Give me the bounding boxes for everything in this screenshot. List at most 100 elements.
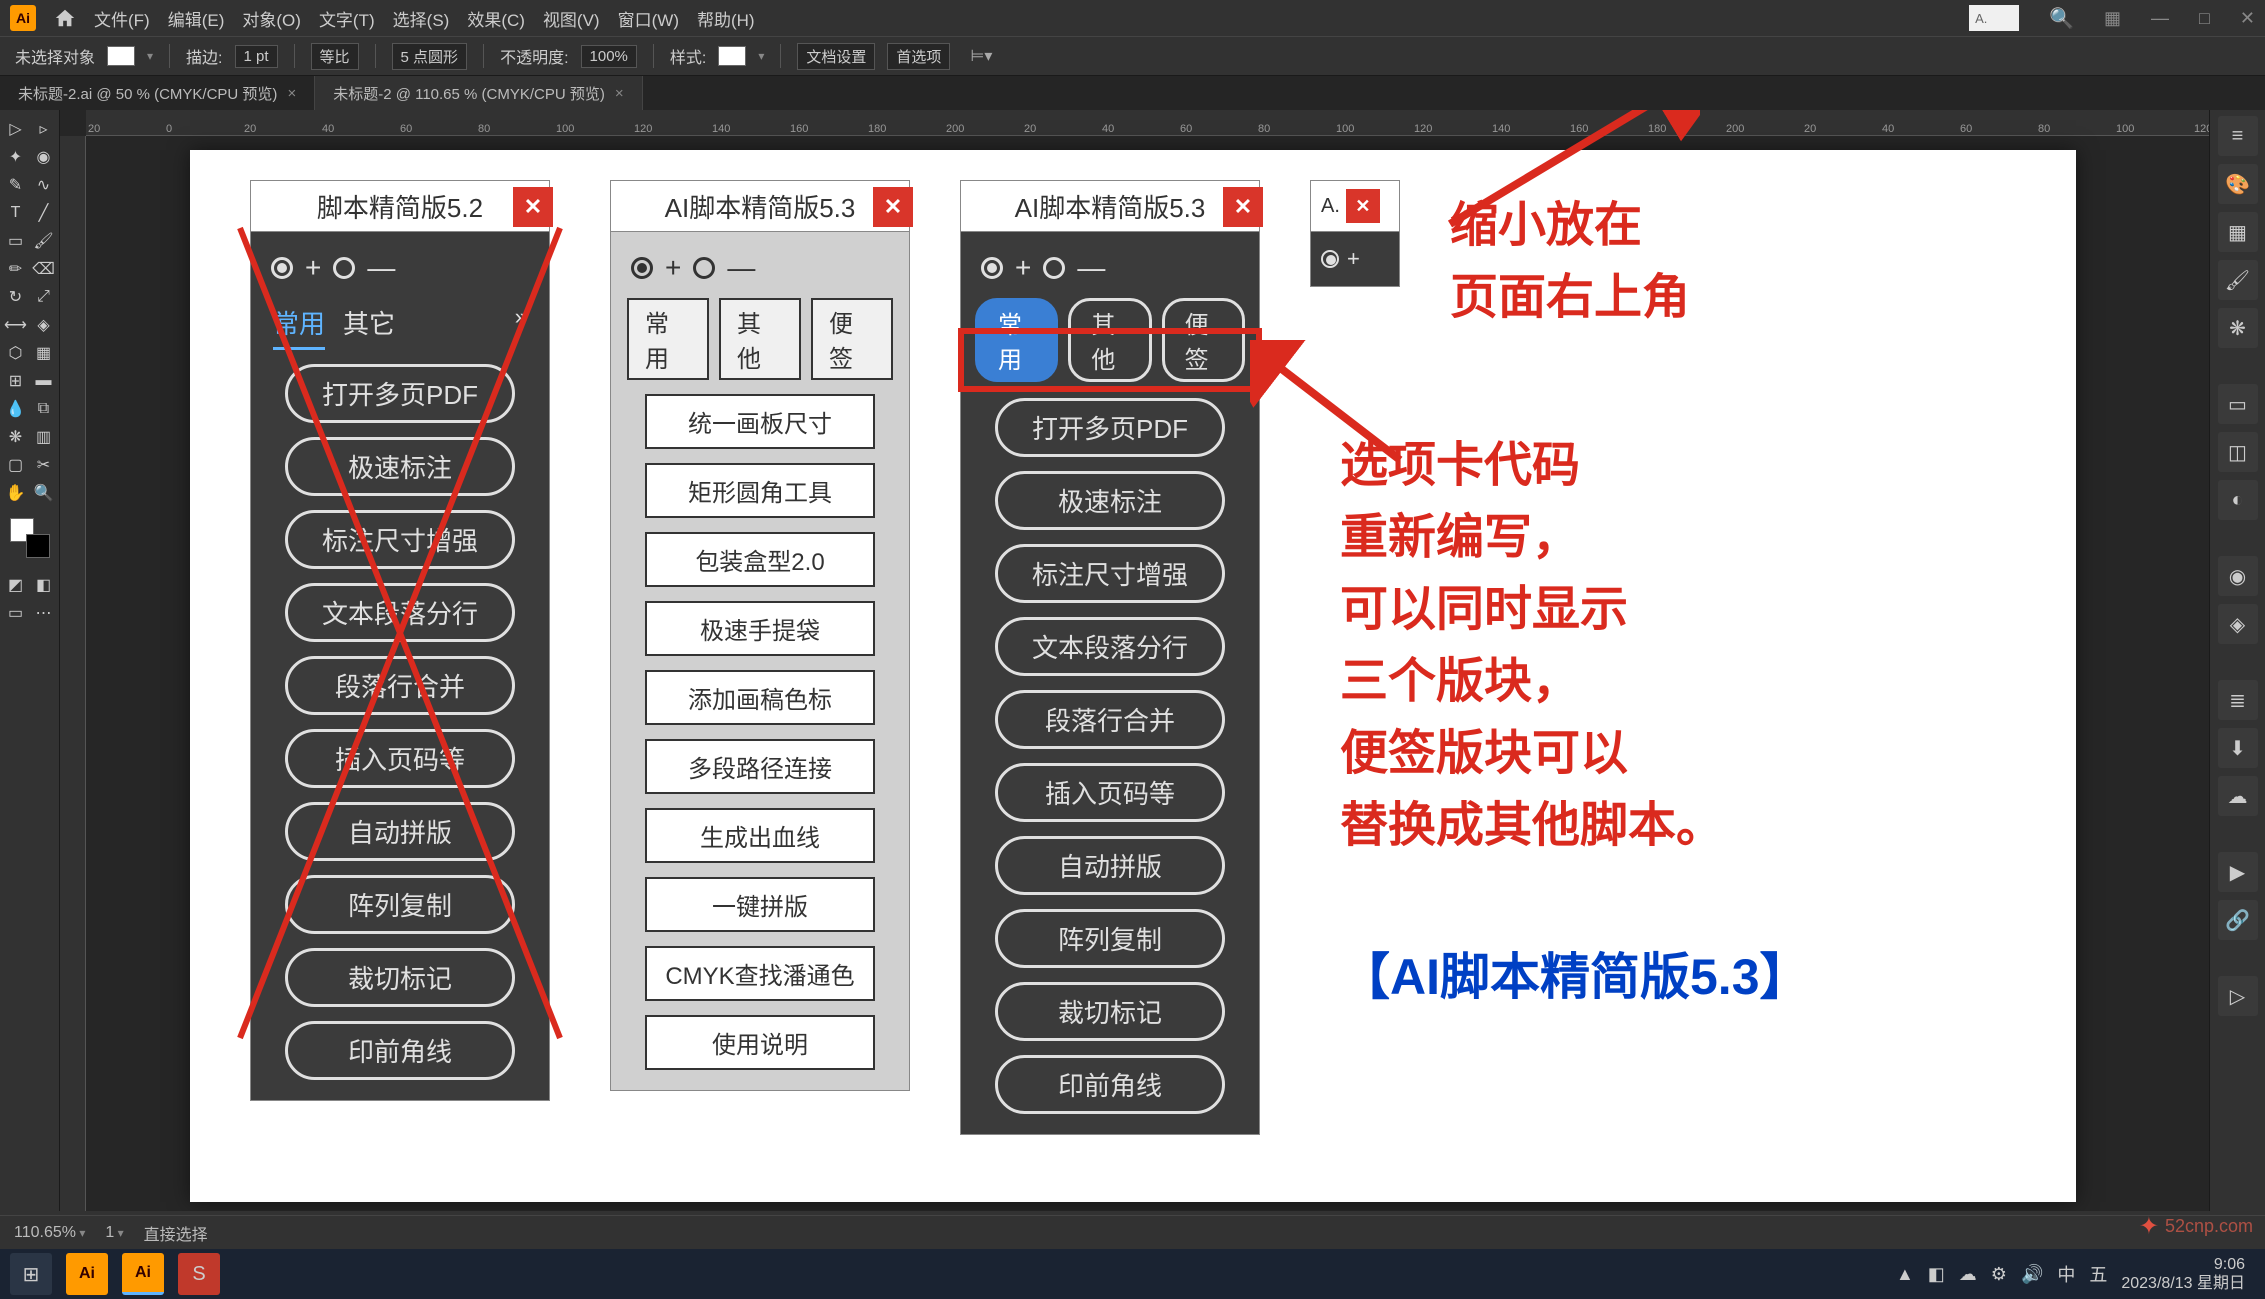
pen-tool[interactable]: ✎	[3, 172, 29, 198]
lasso-tool[interactable]: ◉	[31, 144, 57, 170]
script-button[interactable]: 极速标注	[285, 437, 515, 496]
brush-dropdown[interactable]: 5 点圆形	[392, 43, 468, 70]
free-transform-tool[interactable]: ◈	[31, 312, 57, 338]
start-button[interactable]: ⊞	[10, 1253, 52, 1295]
script-button[interactable]: 文本段落分行	[285, 583, 515, 642]
script-button[interactable]: 印前角线	[995, 1055, 1225, 1114]
script-button[interactable]: 阵列复制	[995, 909, 1225, 968]
menu-edit[interactable]: 编辑(E)	[168, 6, 225, 31]
script-button[interactable]: 裁切标记	[995, 982, 1225, 1041]
menu-select[interactable]: 选择(S)	[393, 6, 450, 31]
tray-icon[interactable]: ▲	[1896, 1264, 1914, 1285]
script-button[interactable]: 打开多页PDF	[285, 364, 515, 423]
script-button[interactable]: 极速手提袋	[645, 601, 875, 656]
tab-notes[interactable]: 便签	[811, 298, 893, 380]
script-button[interactable]: 段落行合并	[285, 656, 515, 715]
menu-view[interactable]: 视图(V)	[543, 6, 600, 31]
close-button[interactable]: ✕	[1223, 187, 1263, 227]
tab-other[interactable]: 其他	[719, 298, 801, 380]
tab-other[interactable]: 其它	[343, 304, 395, 350]
script-button[interactable]: 标注尺寸增强	[995, 544, 1225, 603]
curvature-tool[interactable]: ∿	[31, 172, 57, 198]
fill-swatch[interactable]	[107, 46, 135, 66]
taskbar-app-3[interactable]: S	[178, 1253, 220, 1295]
script-button[interactable]: 自动拼版	[995, 836, 1225, 895]
script-button[interactable]: 裁切标记	[285, 948, 515, 1007]
stroke-weight[interactable]: 1 pt	[235, 45, 278, 68]
scale-tool[interactable]: ⤢	[31, 284, 57, 310]
close-icon[interactable]: ×	[615, 85, 624, 102]
menu-object[interactable]: 对象(O)	[242, 6, 301, 31]
menu-type[interactable]: 文字(T)	[319, 6, 375, 31]
graphic-styles-icon[interactable]: ◈	[2218, 604, 2258, 644]
prefs-button[interactable]: 首选项	[887, 43, 950, 70]
script-button[interactable]: 插入页码等	[285, 729, 515, 788]
artboard-tool[interactable]: ▢	[3, 452, 29, 478]
radio-on[interactable]	[271, 257, 293, 279]
align-icon[interactable]: ⊨▾	[970, 46, 992, 66]
perspective-tool[interactable]: ▦	[31, 340, 57, 366]
search-icon[interactable]: 🔍	[2049, 6, 2074, 31]
radio-on[interactable]	[1321, 250, 1339, 268]
width-tool[interactable]: ⟷	[3, 312, 29, 338]
script-button[interactable]: 文本段落分行	[995, 617, 1225, 676]
properties-icon[interactable]: ≡	[2218, 116, 2258, 156]
close-icon[interactable]: ×	[287, 85, 296, 102]
taskbar-ai-1[interactable]: Ai	[66, 1253, 108, 1295]
script-button[interactable]: 印前角线	[285, 1021, 515, 1080]
shape-builder-tool[interactable]: ⬡	[3, 340, 29, 366]
hand-tool[interactable]: ✋	[3, 480, 29, 506]
shaper-tool[interactable]: ✏	[3, 256, 29, 282]
tray-ime-icon[interactable]: 五	[2089, 1261, 2107, 1287]
chevron-right-icon[interactable]: »	[515, 304, 527, 350]
tray-ime-icon[interactable]: 中	[2057, 1261, 2075, 1287]
mesh-tool[interactable]: ⊞	[3, 368, 29, 394]
uniform-dropdown[interactable]: 等比	[311, 43, 359, 70]
close-button[interactable]: ✕	[873, 187, 913, 227]
symbols-icon[interactable]: ❋	[2218, 308, 2258, 348]
selection-tool[interactable]: ▷	[3, 116, 29, 142]
artboard-nav[interactable]: 1	[105, 1224, 123, 1242]
brushes-icon[interactable]: 🖌	[2218, 260, 2258, 300]
script-button[interactable]: 添加画稿色标	[645, 670, 875, 725]
script-button[interactable]: 多段路径连接	[645, 739, 875, 794]
color-swatch[interactable]	[10, 518, 50, 558]
tab-common[interactable]: 常用	[273, 304, 325, 350]
window-close[interactable]: ✕	[2240, 8, 2255, 29]
script-button[interactable]: 极速标注	[995, 471, 1225, 530]
menu-effect[interactable]: 效果(C)	[467, 6, 525, 31]
edit-toolbar-icon[interactable]: ⋯	[31, 600, 57, 626]
menu-file[interactable]: 文件(F)	[94, 6, 150, 31]
tray-volume-icon[interactable]: 🔊	[2021, 1264, 2043, 1285]
tray-icon[interactable]: ☁	[1959, 1264, 1977, 1285]
column-graph-tool[interactable]: ▥	[31, 424, 57, 450]
script-button[interactable]: 阵列复制	[285, 875, 515, 934]
paintbrush-tool[interactable]: 🖌	[31, 228, 57, 254]
screen-mode-icon[interactable]: ▭	[3, 600, 29, 626]
color-panel-icon[interactable]: 🎨	[2218, 164, 2258, 204]
line-tool[interactable]: ╱	[31, 200, 57, 226]
script-button[interactable]: 统一画板尺寸	[645, 394, 875, 449]
tab-common[interactable]: 常用	[627, 298, 709, 380]
transparency-icon[interactable]: ◐	[2218, 480, 2258, 520]
libraries-icon[interactable]: ☁	[2218, 776, 2258, 816]
doc-tab-2[interactable]: 未标题-2 @ 110.65 % (CMYK/CPU 预览)×	[315, 76, 642, 110]
play-icon[interactable]: ▷	[2218, 976, 2258, 1016]
script-button[interactable]: 段落行合并	[995, 690, 1225, 749]
radio-on[interactable]	[631, 257, 653, 279]
script-button[interactable]: 打开多页PDF	[995, 398, 1225, 457]
actions-icon[interactable]: ▶	[2218, 852, 2258, 892]
script-button[interactable]: 自动拼版	[285, 802, 515, 861]
blend-tool[interactable]: ⧉	[31, 396, 57, 422]
radio-off[interactable]	[333, 257, 355, 279]
doc-setup-button[interactable]: 文档设置	[797, 43, 875, 70]
radio-on[interactable]	[981, 257, 1003, 279]
menu-window[interactable]: 窗口(W)	[618, 6, 679, 31]
tray-icon[interactable]: ⚙	[1991, 1264, 2007, 1285]
script-button[interactable]: 包装盒型2.0	[645, 532, 875, 587]
window-minimize[interactable]: —	[2151, 8, 2169, 29]
taskbar-ai-2[interactable]: Ai	[122, 1253, 164, 1295]
window-maximize[interactable]: □	[2199, 8, 2210, 29]
links-icon[interactable]: 🔗	[2218, 900, 2258, 940]
gradient-mode-icon[interactable]: ◧	[31, 572, 57, 598]
